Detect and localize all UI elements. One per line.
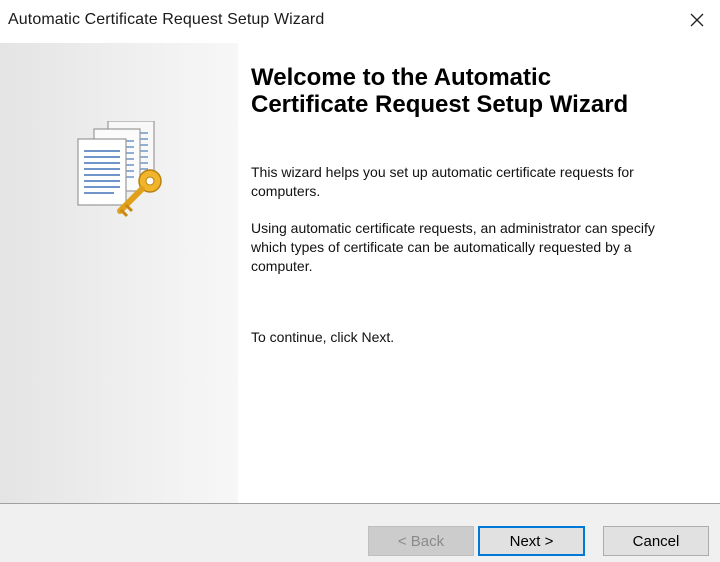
wizard-sidebar xyxy=(0,43,238,503)
wizard-footer: < Back Next > Cancel xyxy=(0,504,720,562)
cancel-button[interactable]: Cancel xyxy=(603,526,709,556)
certificate-key-icon xyxy=(77,121,162,218)
back-button[interactable]: < Back xyxy=(368,526,474,556)
wizard-window: Automatic Certificate Request Setup Wiza… xyxy=(0,0,720,562)
page-title: Welcome to the Automatic Certificate Req… xyxy=(251,64,629,118)
continue-instruction: To continue, click Next. xyxy=(251,329,395,345)
wizard-content: Welcome to the Automatic Certificate Req… xyxy=(238,43,720,503)
close-button[interactable] xyxy=(674,0,720,40)
description-paragraph-2: Using automatic certificate requests, an… xyxy=(251,220,655,274)
close-icon xyxy=(690,13,704,27)
window-title: Automatic Certificate Request Setup Wiza… xyxy=(8,11,325,28)
title-bar: Automatic Certificate Request Setup Wiza… xyxy=(0,0,720,43)
next-button[interactable]: Next > xyxy=(478,526,585,556)
description-paragraph-1: This wizard helps you set up automatic c… xyxy=(251,164,634,199)
